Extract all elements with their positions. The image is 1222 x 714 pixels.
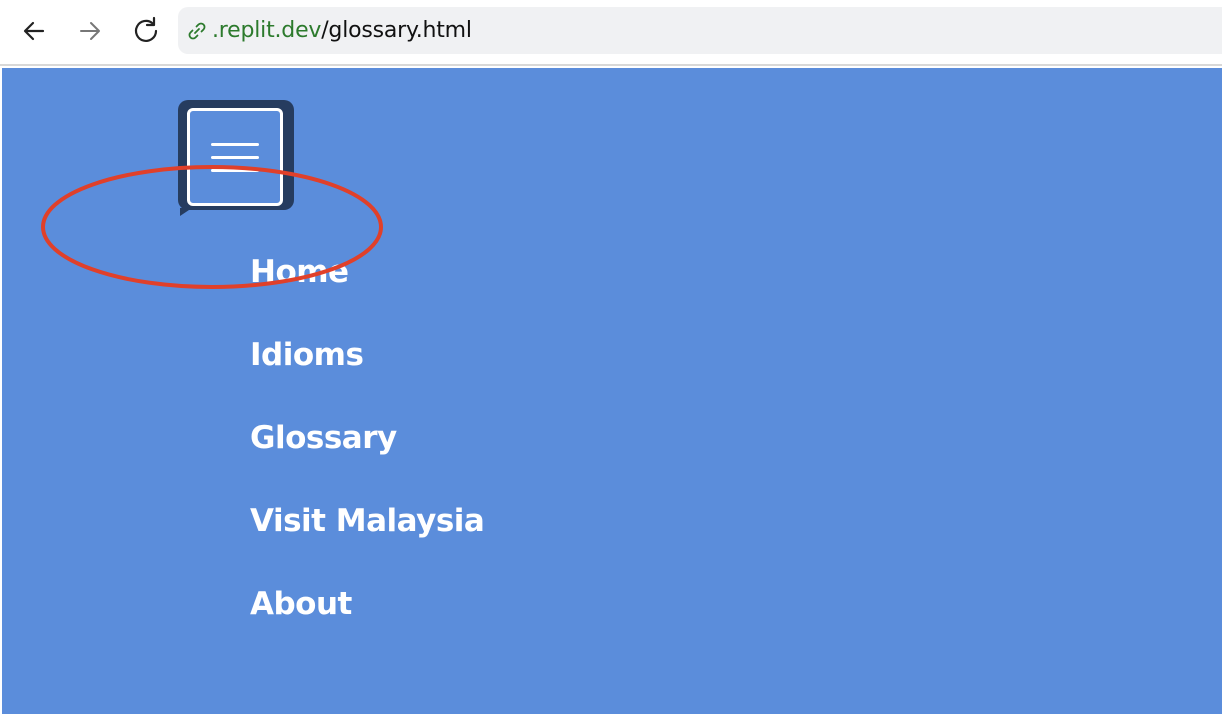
url-path: /glossary.html	[321, 18, 472, 43]
nav-item-visit-malaysia: Visit Malaysia	[250, 503, 485, 586]
reload-button[interactable]	[129, 14, 163, 48]
back-button[interactable]	[17, 14, 51, 48]
nav-link-visit-malaysia[interactable]: Visit Malaysia	[250, 503, 485, 539]
reload-icon	[134, 16, 158, 42]
address-bar[interactable]: .replit.dev/glossary.html	[178, 7, 1222, 54]
link-icon	[188, 22, 206, 39]
forward-button[interactable]	[73, 14, 107, 48]
hamburger-menu-icon	[187, 108, 283, 206]
back-arrow-icon	[23, 21, 45, 41]
menu-bar-line	[211, 168, 259, 172]
browser-toolbar: .replit.dev/glossary.html	[0, 0, 1222, 66]
hamburger-menu-button[interactable]	[178, 100, 294, 210]
page-content: Home Idioms Glossary Visit Malaysia Abou…	[2, 68, 1222, 714]
nav-item-glossary: Glossary	[250, 420, 484, 503]
menu-bar-line	[211, 142, 259, 146]
nav-link-glossary[interactable]: Glossary	[250, 420, 397, 456]
forward-arrow-icon	[80, 22, 100, 40]
nav-link-idioms[interactable]: Idioms	[250, 337, 364, 373]
menu-bar-line	[211, 155, 259, 159]
url-text: .replit.dev/glossary.html	[212, 18, 472, 43]
url-host: .replit.dev	[212, 18, 322, 43]
nav-item-idioms: Idioms	[250, 337, 484, 420]
nav-item-home: Home	[250, 254, 484, 337]
nav-link-home[interactable]: Home	[250, 254, 349, 290]
nav-menu: Home Idioms Glossary Visit Malaysia Abou…	[250, 254, 485, 669]
nav-link-about[interactable]: About	[250, 586, 352, 622]
nav-item-about: About	[250, 586, 484, 669]
